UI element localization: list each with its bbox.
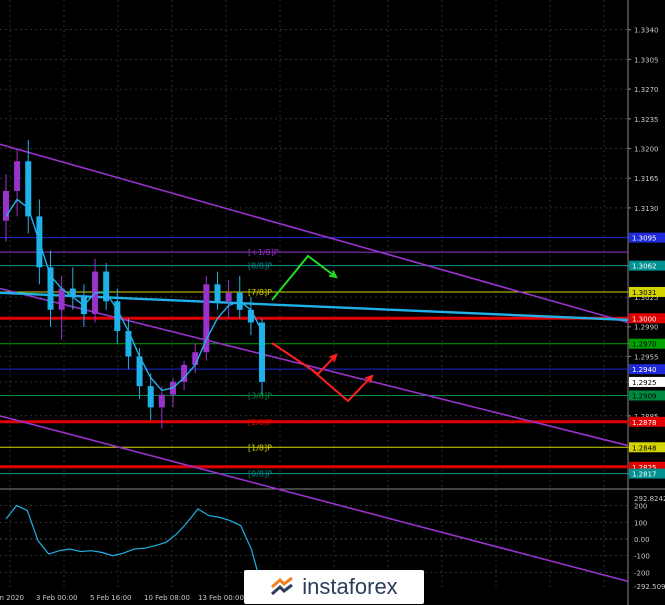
level-tag-label: 1.3000 (632, 315, 657, 323)
candle-body (14, 161, 21, 191)
candle-body (147, 386, 154, 408)
x-tick-label: 31 Jan 2020 (0, 594, 24, 602)
murrey-label: [2/8]P (248, 418, 272, 427)
level-tag-label: 1.2909 (632, 392, 657, 400)
y-tick-label: 1.2955 (634, 353, 659, 361)
level-tag-label: 1.3095 (632, 235, 657, 243)
cci-tick-label: -292.509 (634, 583, 665, 591)
murrey-label: [8/8]P (248, 262, 272, 271)
level-tag-label: 1.3031 (632, 289, 657, 297)
murrey-label: [3/8]P (248, 391, 272, 400)
chart-background (0, 0, 665, 605)
cci-tick-label: 0.00 (634, 536, 650, 544)
level-tag-label: 1.3062 (632, 263, 657, 271)
forex-chart: [+1/8]P [8/8]P [7/8]P [3/8]P [2/8]P [1/8]P [0/… (0, 0, 665, 605)
candle-body (203, 284, 210, 353)
cci-tick-label: -100 (634, 553, 650, 561)
level-tag-label: 1.2970 (632, 341, 657, 349)
instaforex-mark-icon (271, 576, 294, 596)
candle-body (247, 309, 254, 323)
x-tick-label: 13 Feb 00:00 (198, 594, 244, 602)
candle-body (259, 322, 265, 382)
level-tag-label: 1.2878 (632, 419, 657, 427)
instaforex-logo: instaforex (244, 570, 424, 604)
level-tag-label: 1.2848 (632, 444, 657, 452)
y-tick-label: 1.3305 (634, 56, 659, 64)
y-tick-label: 1.3130 (634, 205, 659, 213)
candle-body (225, 292, 232, 302)
x-tick-label: 5 Feb 16:00 (90, 594, 131, 602)
y-tick-label: 1.3235 (634, 116, 659, 124)
y-tick-label: 1.3200 (634, 146, 659, 154)
x-tick-label: 3 Feb 00:00 (36, 594, 77, 602)
murrey-label: [7/8]P (248, 288, 272, 297)
y-tick-label: 1.3340 (634, 27, 659, 35)
logo-text: instaforex (302, 574, 398, 599)
main-chart-grid (0, 0, 665, 605)
cci-tick-label: 200 (634, 503, 647, 511)
x-tick-label: 10 Feb 08:00 (144, 594, 190, 602)
murrey-label: [0/8]P (248, 470, 272, 479)
candle-body (58, 288, 65, 310)
y-tick-label: 1.3270 (634, 86, 659, 94)
murrey-label: [+1/8]P (248, 248, 279, 257)
y-tick-label: 1.3165 (634, 175, 659, 183)
candle-body (158, 394, 165, 408)
level-tag-label: 1.2940 (632, 366, 657, 374)
candle-body (214, 284, 221, 302)
cci-tick-label: 100 (634, 519, 647, 527)
level-tag-label: 1.2925 (632, 379, 657, 387)
cci-tick-label: -200 (634, 569, 650, 577)
y-tick-label: 1.2990 (634, 324, 659, 332)
level-tag-label: 1.2817 (632, 471, 657, 479)
murrey-label: [1/8]P (248, 443, 272, 452)
